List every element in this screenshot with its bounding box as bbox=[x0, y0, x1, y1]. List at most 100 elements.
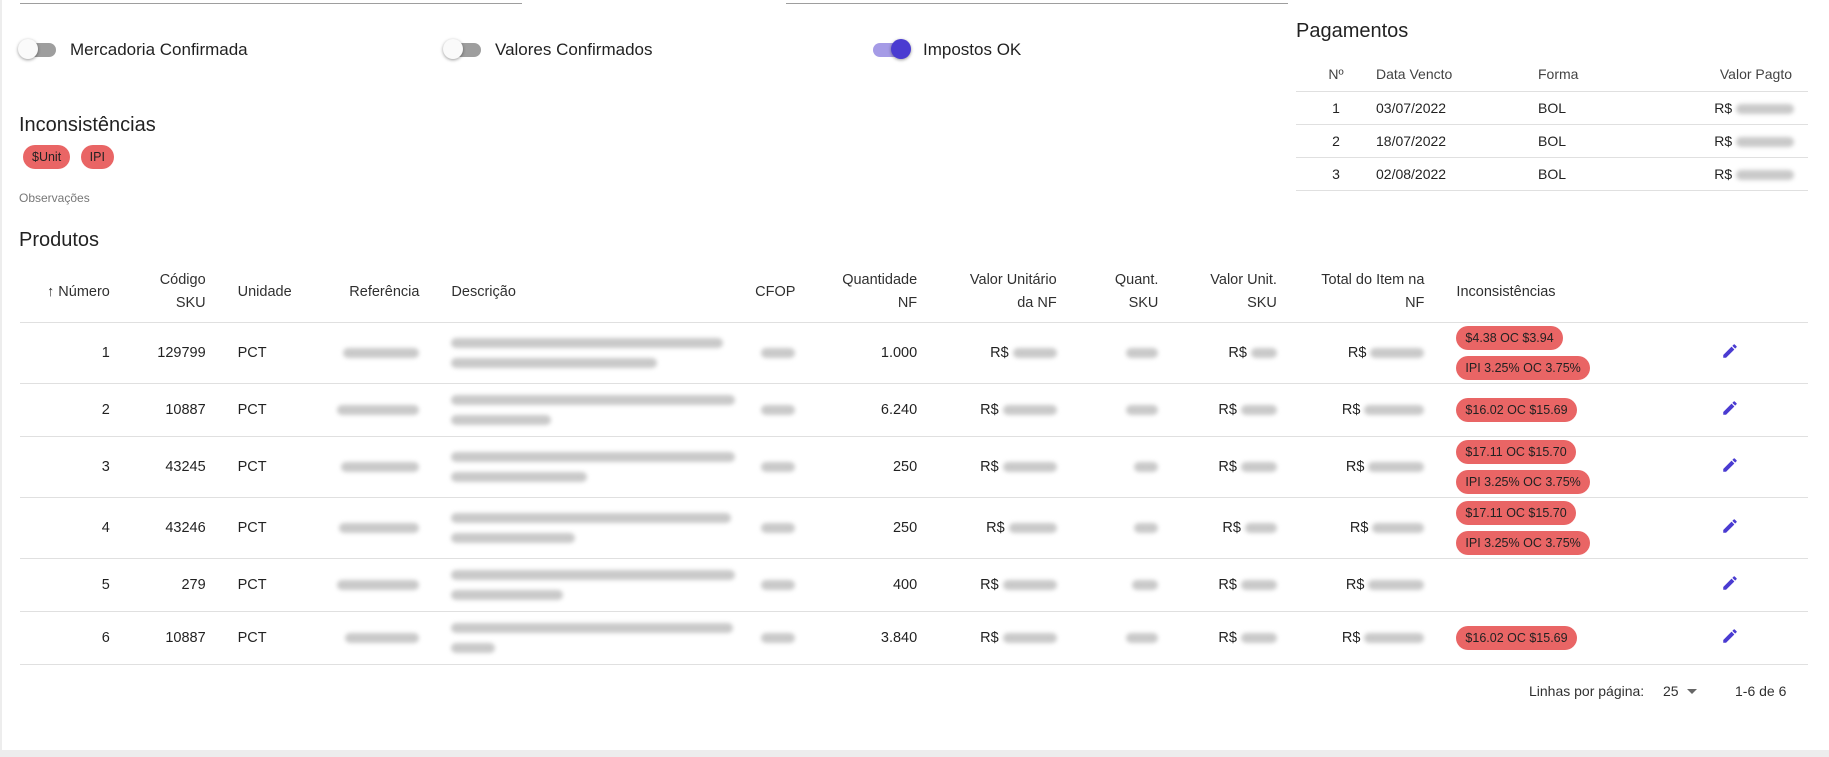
cell-quant-sku bbox=[1064, 322, 1167, 384]
redacted-value bbox=[761, 405, 796, 416]
pencil-icon[interactable] bbox=[1721, 399, 1739, 417]
redacted-value bbox=[451, 358, 658, 369]
pencil-icon[interactable] bbox=[1721, 627, 1739, 645]
cell-valor-unit-sku: R$ bbox=[1166, 611, 1285, 665]
cell-referencia bbox=[301, 558, 428, 612]
header-label: SKU bbox=[1247, 295, 1277, 311]
currency-prefix: R$ bbox=[980, 577, 999, 593]
switch-thumb[interactable] bbox=[443, 39, 463, 59]
col-header-forma[interactable]: Forma bbox=[1538, 56, 1658, 92]
redacted-value bbox=[451, 338, 724, 349]
header-label: Valor Unitário bbox=[969, 272, 1057, 288]
pencil-icon[interactable] bbox=[1721, 574, 1739, 592]
cell-referencia bbox=[301, 497, 428, 559]
redacted-value bbox=[1240, 462, 1277, 473]
redacted-value bbox=[337, 580, 420, 591]
inconsistencia-chip: IPI 3.25% OC 3.75% bbox=[1456, 531, 1590, 555]
currency-prefix: R$ bbox=[1222, 520, 1241, 536]
table-row[interactable]: 2 10887 PCT 6.240 R$ R$ R$ $16.02 OC $15.69 bbox=[20, 383, 1808, 437]
redacted-value bbox=[1364, 405, 1425, 416]
cell-numero: 2 bbox=[20, 383, 118, 437]
currency-prefix: R$ bbox=[980, 630, 999, 646]
pag-valor: R$ bbox=[1658, 124, 1808, 158]
pag-forma: BOL bbox=[1538, 157, 1658, 191]
pencil-icon[interactable] bbox=[1721, 517, 1739, 535]
cell-descricao bbox=[427, 611, 744, 665]
cell-numero: 3 bbox=[20, 436, 118, 498]
rows-per-page-label: Linhas por página: bbox=[1529, 683, 1645, 699]
header-label: Valor Unit. bbox=[1210, 272, 1277, 288]
redacted-value bbox=[1002, 405, 1057, 416]
cell-cfop bbox=[743, 611, 804, 665]
col-header-quant-sku[interactable]: Quant. SKU bbox=[1064, 262, 1167, 323]
col-header-cfop[interactable]: CFOP bbox=[743, 262, 804, 323]
redacted-value bbox=[451, 590, 564, 601]
pag-n: 2 bbox=[1296, 124, 1376, 158]
col-header-codigo-sku[interactable]: Código SKU bbox=[117, 262, 214, 323]
redacted-value bbox=[451, 415, 552, 426]
cell-quant-sku bbox=[1064, 558, 1167, 612]
caret-down-icon bbox=[1686, 688, 1697, 694]
header-label: SKU bbox=[1128, 295, 1159, 311]
cell-numero: 6 bbox=[20, 611, 118, 665]
col-header-valor-unitario-nf[interactable]: Valor Unitário da NF bbox=[925, 262, 1065, 323]
switch-track[interactable] bbox=[18, 39, 56, 59]
table-row[interactable]: 6 10887 PCT 3.840 R$ R$ R$ $16.02 OC $15.69 bbox=[20, 611, 1808, 665]
inconsistencias-title: Inconsistências bbox=[19, 114, 156, 136]
pagamentos-header-row: Nº Data Vencto Forma Valor Pagto bbox=[1296, 56, 1808, 92]
currency-prefix: R$ bbox=[1714, 133, 1733, 149]
cell-actions bbox=[1651, 497, 1808, 559]
col-header-descricao[interactable]: Descrição bbox=[427, 262, 744, 323]
pencil-icon[interactable] bbox=[1721, 342, 1739, 360]
cell-cfop bbox=[743, 322, 804, 384]
cell-valor-unitario-nf: R$ bbox=[925, 436, 1065, 498]
inconsistencia-chip: $4.38 OC $3.94 bbox=[1456, 326, 1563, 350]
col-header-referencia[interactable]: Referência bbox=[301, 262, 428, 323]
cell-valor-unit-sku: R$ bbox=[1166, 497, 1285, 559]
inconsistencia-chip: $17.11 OC $15.70 bbox=[1456, 501, 1576, 525]
pagination-range: 1-6 de 6 bbox=[1735, 683, 1787, 699]
col-header-data-vencto[interactable]: Data Vencto bbox=[1376, 56, 1538, 92]
col-header-valor-pagto[interactable]: Valor Pagto bbox=[1658, 56, 1808, 92]
toggle-label: Mercadoria Confirmada bbox=[70, 40, 248, 59]
cell-codigo-sku: 129799 bbox=[117, 322, 214, 384]
col-header-numero[interactable]: ↑ Número bbox=[20, 262, 118, 323]
table-row[interactable]: 3 43245 PCT 250 R$ R$ R$ $17.11 OC $15.70 IPI… bbox=[20, 436, 1808, 498]
redacted-value bbox=[1736, 137, 1794, 148]
col-header-unidade[interactable]: Unidade bbox=[213, 262, 302, 323]
pencil-icon[interactable] bbox=[1721, 456, 1739, 474]
cell-referencia bbox=[301, 436, 428, 498]
switch-track[interactable] bbox=[443, 39, 481, 59]
header-label: Total do Item na bbox=[1321, 272, 1425, 288]
cell-inconsistencias: $16.02 OC $15.69 bbox=[1432, 383, 1652, 437]
col-header-n[interactable]: Nº bbox=[1296, 56, 1376, 92]
toggle-valores-confirmados[interactable]: Valores Confirmados bbox=[443, 39, 652, 60]
cell-actions bbox=[1651, 611, 1808, 665]
currency-prefix: R$ bbox=[1714, 166, 1733, 182]
cell-descricao bbox=[427, 322, 744, 384]
table-row[interactable]: 1 129799 PCT 1.000 R$ R$ R$ $4.38 OC $3.94 IP… bbox=[20, 322, 1808, 384]
redacted-value bbox=[761, 580, 796, 591]
redacted-value bbox=[345, 633, 420, 644]
table-row: 2 18/07/2022 BOL R$ bbox=[1296, 124, 1808, 158]
redacted-value bbox=[1132, 580, 1159, 591]
col-header-quantidade-nf[interactable]: Quantidade NF bbox=[803, 262, 926, 323]
col-header-total-item[interactable]: Total do Item na NF bbox=[1284, 262, 1433, 323]
toggle-impostos-ok[interactable]: Impostos OK bbox=[873, 39, 1021, 60]
pag-n: 1 bbox=[1296, 91, 1376, 125]
col-header-valor-unit-sku[interactable]: Valor Unit. SKU bbox=[1166, 262, 1285, 323]
table-row[interactable]: 4 43246 PCT 250 R$ R$ R$ $17.11 OC $15.70 IPI… bbox=[20, 497, 1808, 559]
redacted-value bbox=[761, 462, 796, 473]
cell-codigo-sku: 43246 bbox=[117, 497, 214, 559]
switch-thumb[interactable] bbox=[18, 39, 38, 59]
switch-track[interactable] bbox=[873, 39, 911, 59]
table-row[interactable]: 5 279 PCT 400 R$ R$ R$ bbox=[20, 558, 1808, 612]
switch-thumb[interactable] bbox=[891, 39, 911, 59]
redacted-value bbox=[1240, 633, 1277, 644]
toggle-mercadoria-confirmada[interactable]: Mercadoria Confirmada bbox=[18, 39, 248, 60]
col-header-inconsistencias[interactable]: Inconsistências bbox=[1432, 262, 1652, 323]
rows-per-page-select[interactable]: 25 bbox=[1663, 683, 1697, 699]
cell-cfop bbox=[743, 383, 804, 437]
pag-data: 18/07/2022 bbox=[1376, 124, 1538, 158]
cell-quant-sku bbox=[1064, 611, 1167, 665]
